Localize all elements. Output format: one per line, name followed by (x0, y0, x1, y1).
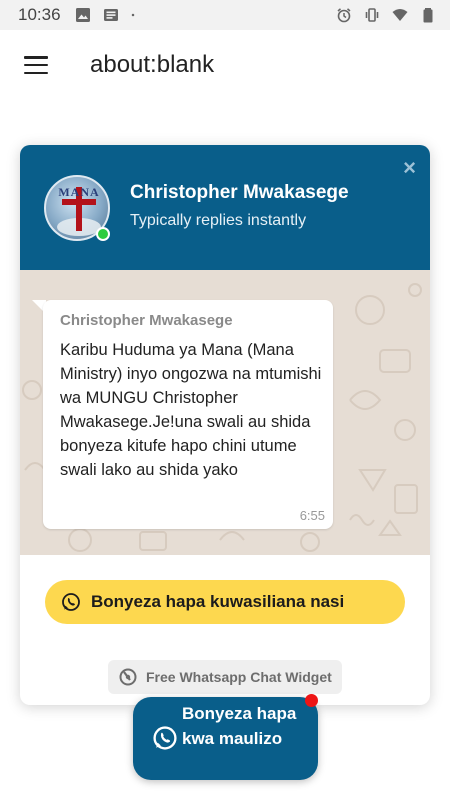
image-icon (75, 8, 90, 22)
contact-us-button[interactable]: Bonyeza hapa kuwasiliana nasi (45, 580, 405, 624)
app-bar: about:blank (0, 30, 450, 100)
alarm-icon (337, 8, 351, 23)
wifi-icon (392, 9, 408, 21)
floating-button-label: Bonyeza hapa kwa maulizo (182, 704, 297, 748)
whatsapp-icon (153, 726, 177, 750)
battery-icon (423, 8, 433, 23)
notification-badge (305, 694, 318, 707)
status-bar: 10:36 (0, 0, 450, 30)
vibrate-icon (365, 8, 379, 22)
close-icon[interactable]: × (403, 155, 416, 181)
whatsapp-icon (62, 593, 80, 611)
online-status-dot (96, 227, 110, 241)
whatsapp-floating-button[interactable]: Bonyeza hapa kwa maulizo (133, 697, 318, 780)
hamburger-menu-icon[interactable] (24, 56, 48, 74)
contact-name: Christopher Mwakasege (130, 182, 349, 203)
widget-logo-icon (119, 668, 137, 686)
message-time: 6:55 (299, 508, 325, 523)
avatar: MANA (44, 175, 110, 241)
svg-text:MANA: MANA (58, 185, 99, 199)
widget-credit-link[interactable]: Free Whatsapp Chat Widget (108, 660, 342, 694)
message-author: Christopher Mwakasege (60, 312, 233, 329)
page-url: about:blank (90, 51, 215, 78)
chat-area: Christopher Mwakasege Karibu Huduma ya M… (20, 270, 430, 555)
message-text: Karibu Huduma ya Mana (Mana Ministry) in… (60, 341, 322, 479)
widget-header: MANA Christopher Mwakasege Typically rep… (20, 145, 430, 270)
contact-subtitle: Typically replies instantly (130, 212, 307, 229)
contact-us-label: Bonyeza hapa kuwasiliana nasi (91, 592, 345, 611)
chat-widget: MANA Christopher Mwakasege Typically rep… (20, 145, 430, 705)
dot-icon (131, 13, 134, 17)
widget-credit-label: Free Whatsapp Chat Widget (146, 669, 332, 685)
news-icon (103, 9, 118, 21)
message-bubble: Christopher Mwakasege Karibu Huduma ya M… (43, 300, 333, 529)
status-time: 10:36 (18, 5, 61, 24)
